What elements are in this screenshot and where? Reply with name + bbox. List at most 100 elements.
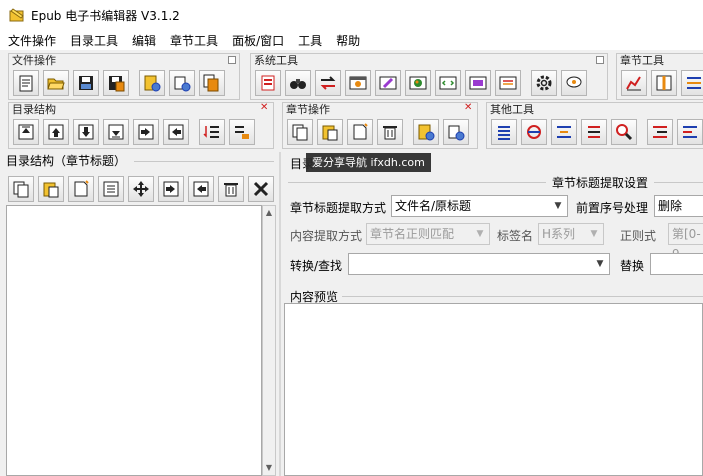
new-chapter-button[interactable] [347, 119, 373, 145]
sort-button[interactable] [199, 119, 225, 145]
indent-text-button[interactable] [647, 119, 673, 145]
toc-delete-button[interactable] [218, 176, 244, 202]
prefix-select[interactable]: 删除 [654, 195, 703, 217]
move-up-button[interactable] [43, 119, 69, 145]
replace-label: 替换 [620, 259, 645, 273]
style-button[interactable] [405, 70, 431, 96]
magnifier-icon [616, 124, 633, 141]
align-button[interactable] [551, 119, 577, 145]
menu-panel-window[interactable]: 面板/窗口 [232, 32, 284, 49]
binoculars-icon [290, 79, 306, 89]
copy-chapter-button[interactable] [287, 119, 313, 145]
toc-new-button[interactable] [68, 176, 94, 202]
code-button[interactable] [435, 70, 461, 96]
convert-label: 转换/查找 [290, 259, 343, 273]
toc-tree[interactable] [6, 205, 262, 476]
menu-edit[interactable]: 编辑 [132, 32, 156, 49]
outdent-button[interactable] [163, 119, 189, 145]
stats-button[interactable] [621, 70, 647, 96]
menu-toc-tools[interactable]: 目录工具 [70, 32, 118, 49]
content-extract-select[interactable]: 章节名正则匹配 ▼ [366, 223, 490, 245]
open-file-button[interactable] [43, 70, 69, 96]
toc-structure-panel: 目录结构 ✕ [8, 102, 274, 149]
sort-text-button[interactable] [677, 119, 703, 145]
file-ops-panel: 文件操作 [8, 53, 240, 100]
indent-button[interactable] [133, 119, 159, 145]
list-format-button[interactable] [491, 119, 517, 145]
content-preview[interactable] [284, 303, 703, 476]
epub-info-button[interactable] [139, 70, 165, 96]
move-top-button[interactable] [13, 119, 39, 145]
prefix-label: 前置序号处理 [576, 201, 649, 215]
menu-help[interactable]: 帮助 [336, 32, 360, 49]
search-button[interactable] [611, 119, 637, 145]
toc-copy-button[interactable] [8, 176, 34, 202]
save-as-button[interactable] [103, 70, 129, 96]
split-button[interactable] [651, 70, 677, 96]
close-icon[interactable]: ✕ [260, 103, 270, 113]
arrow-bottom-icon [108, 124, 124, 140]
content-extract-label: 内容提取方式 [290, 229, 363, 243]
convert-select[interactable]: ▼ [348, 253, 610, 275]
save-button[interactable] [73, 70, 99, 96]
replace-input[interactable] [650, 253, 703, 275]
merge-lines-icon [687, 77, 701, 89]
delete-chapter-button[interactable] [377, 119, 403, 145]
web-button[interactable] [345, 70, 371, 96]
chapter-info-button[interactable] [413, 119, 439, 145]
menu-tools[interactable]: 工具 [298, 32, 322, 49]
edit-button[interactable] [375, 70, 401, 96]
settings-button[interactable] [531, 70, 557, 96]
chapter-export-button[interactable] [443, 119, 469, 145]
move-down-button[interactable] [73, 119, 99, 145]
convert-button[interactable] [315, 70, 341, 96]
trash-icon [224, 183, 238, 197]
paste-icon [43, 182, 59, 198]
feedback-button[interactable] [561, 70, 587, 96]
menu-chapter-tools[interactable]: 章节工具 [170, 32, 218, 49]
close-icon[interactable]: ✕ [464, 103, 474, 113]
find-button[interactable] [285, 70, 311, 96]
watermark-tooltip: 爱分享导航 ifxdh.com [306, 153, 431, 172]
tag-select[interactable]: H系列 ▼ [538, 223, 604, 245]
toc-pane-title: 目录结构（章节标题） [6, 154, 127, 168]
tag-label: 标签名 [497, 229, 534, 243]
panel-pin-icon[interactable] [596, 56, 604, 64]
extract-mode-value: 文件名/原标题 [395, 199, 472, 213]
chapter-tools-title: 章节工具 [620, 54, 664, 67]
scroll-down-icon[interactable]: ▼ [263, 461, 275, 475]
file-ops-title: 文件操作 [12, 54, 56, 67]
save-disk-icon [79, 76, 93, 90]
toc-tools-button[interactable] [248, 176, 274, 202]
extract-mode-select[interactable]: 文件名/原标题 ▼ [391, 195, 568, 217]
regex-input[interactable]: 第[0-9 [668, 223, 703, 261]
sort-lines-icon [683, 126, 697, 138]
toc-scrollbar[interactable]: ▲ ▼ [262, 205, 276, 476]
reorder-button[interactable] [229, 119, 255, 145]
menu-file-ops[interactable]: 文件操作 [8, 32, 56, 49]
merge-button[interactable] [681, 70, 703, 96]
new-file-button[interactable] [13, 70, 39, 96]
panel-pin-icon[interactable] [228, 56, 236, 64]
arrow-left-icon [168, 124, 184, 140]
text-button[interactable] [495, 70, 521, 96]
toc-paste-button[interactable] [38, 176, 64, 202]
batch-button[interactable] [199, 70, 225, 96]
swap-arrows-icon [320, 76, 336, 90]
pane-splitter[interactable] [279, 152, 281, 476]
scroll-up-icon[interactable]: ▲ [263, 206, 275, 220]
export-button[interactable] [169, 70, 195, 96]
arrow-up-icon [48, 124, 64, 140]
toc-indent-button[interactable] [158, 176, 184, 202]
toc-outdent-button[interactable] [188, 176, 214, 202]
toc-move-button[interactable] [128, 176, 154, 202]
preview-button[interactable] [465, 70, 491, 96]
clean-button[interactable] [521, 119, 547, 145]
extract-mode-label: 章节标题提取方式 [290, 201, 387, 215]
move-bottom-button[interactable] [103, 119, 129, 145]
list-button[interactable] [255, 70, 281, 96]
toc-list-button[interactable] [98, 176, 124, 202]
paste-chapter-button[interactable] [317, 119, 343, 145]
chapter-ops-title: 章节操作 [286, 103, 330, 116]
remove-lines-button[interactable] [581, 119, 607, 145]
